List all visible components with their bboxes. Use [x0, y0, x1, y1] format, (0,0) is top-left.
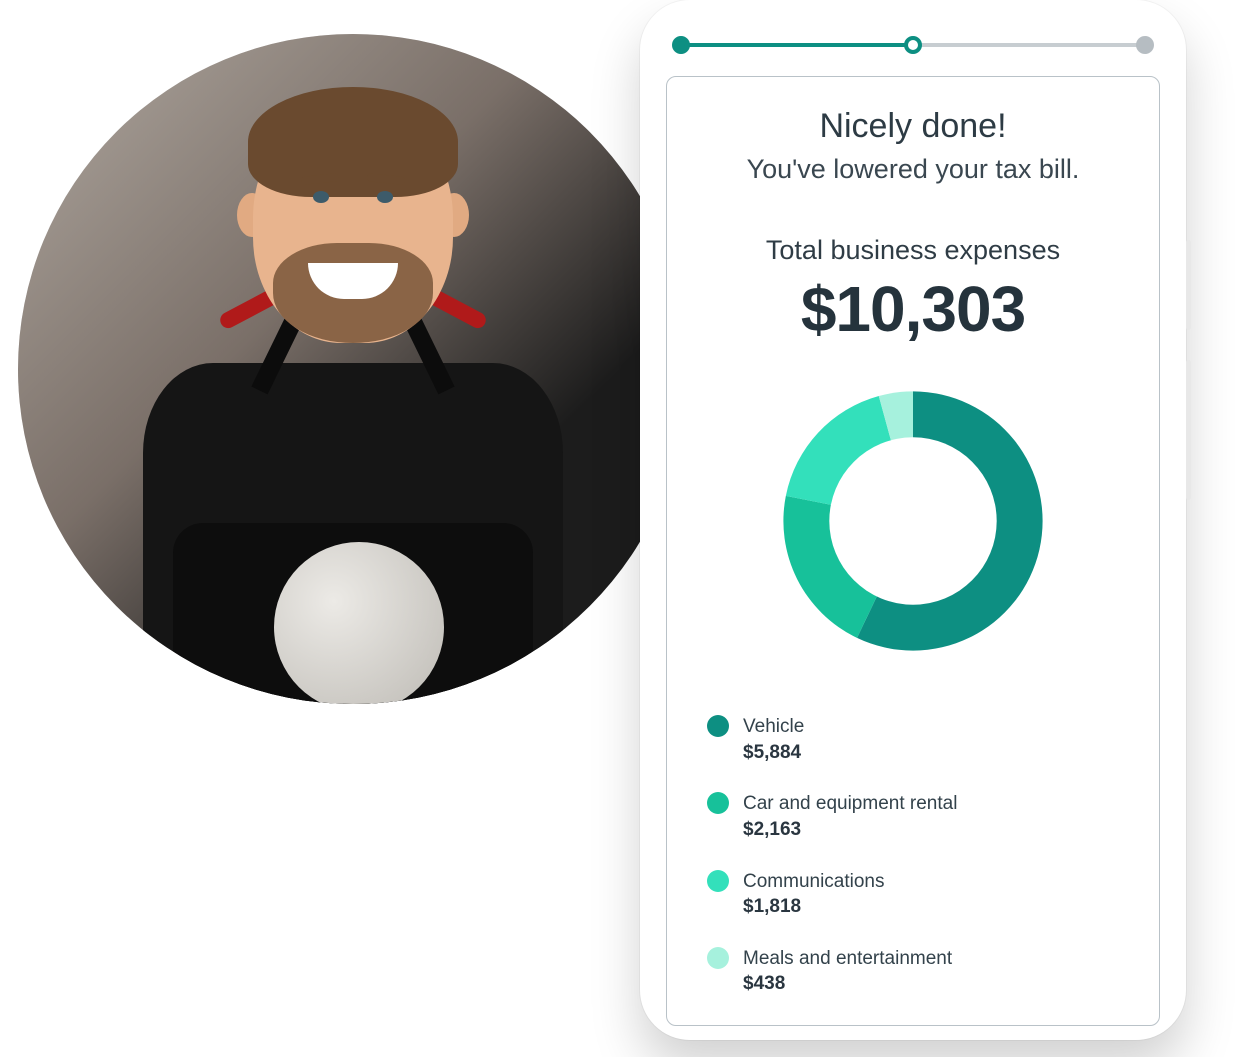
- legend-swatch: [707, 715, 729, 737]
- legend-value: $1,818: [743, 894, 885, 920]
- progress-step-3[interactable]: [1136, 36, 1154, 54]
- progress-stepper[interactable]: [672, 34, 1154, 56]
- total-label: Total business expenses: [695, 235, 1131, 266]
- phone-side-button: [1186, 360, 1191, 500]
- total-value: $10,303: [695, 272, 1131, 346]
- donut-hole: [829, 437, 996, 604]
- legend-item[interactable]: Vehicle$5,884: [707, 714, 1131, 765]
- legend-label: Vehicle: [743, 714, 804, 740]
- hero-photo: [18, 34, 688, 704]
- progress-step-2[interactable]: [904, 36, 922, 54]
- expenses-donut-chart: [778, 386, 1048, 656]
- pizza-peel-icon: [274, 542, 444, 704]
- legend-item[interactable]: Car and equipment rental$2,163: [707, 791, 1131, 842]
- legend-value: $2,163: [743, 817, 957, 843]
- legend-value: $5,884: [743, 740, 804, 766]
- card-subtitle: You've lowered your tax bill.: [695, 154, 1131, 185]
- card-title: Nicely done!: [695, 107, 1131, 146]
- progress-fill: [678, 43, 913, 47]
- legend-label: Car and equipment rental: [743, 791, 957, 817]
- legend-swatch: [707, 947, 729, 969]
- summary-card: Nicely done! You've lowered your tax bil…: [666, 76, 1160, 1026]
- progress-step-1[interactable]: [672, 36, 690, 54]
- legend-label: Communications: [743, 869, 885, 895]
- legend-value: $438: [743, 971, 952, 997]
- phone-mockup: Nicely done! You've lowered your tax bil…: [640, 0, 1186, 1040]
- legend-swatch: [707, 792, 729, 814]
- phone-side-button: [1186, 240, 1191, 330]
- legend-item[interactable]: Meals and entertainment$438: [707, 946, 1131, 997]
- legend-item[interactable]: Communications$1,818: [707, 869, 1131, 920]
- legend: Vehicle$5,884 Car and equipment rental$2,…: [695, 714, 1131, 997]
- legend-swatch: [707, 870, 729, 892]
- legend-label: Meals and entertainment: [743, 946, 952, 972]
